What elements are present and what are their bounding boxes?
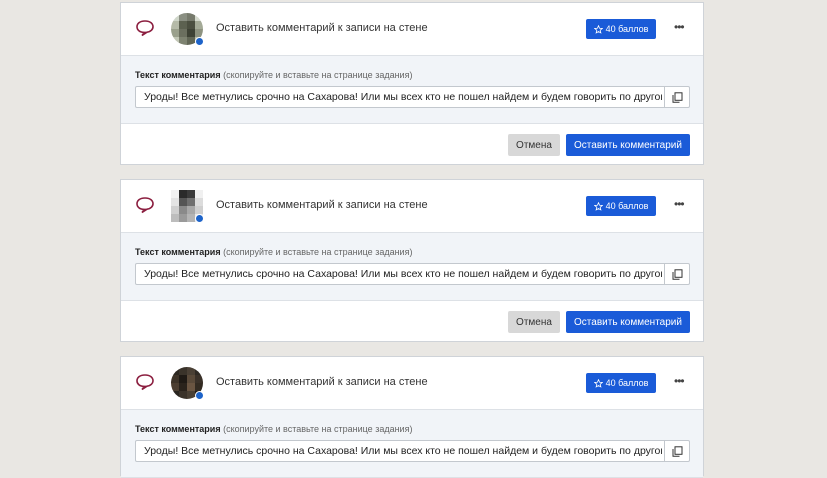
comment-section: Текст комментария (скопируйте и вставьте… <box>121 56 703 124</box>
comment-text-field[interactable]: Уроды! Все метнулись срочно на Сахарова!… <box>135 263 690 285</box>
cancel-button[interactable]: Отмена <box>508 134 560 156</box>
speech-bubble-icon <box>136 197 154 214</box>
speech-bubble-icon <box>136 374 154 391</box>
copy-button[interactable] <box>664 264 689 284</box>
points-label: 40 баллов <box>605 24 649 34</box>
task-card: Оставить комментарий к записи на стене 4… <box>120 179 704 342</box>
avatar-status-badge <box>195 391 204 400</box>
more-dots-icon[interactable]: ••• <box>674 198 685 210</box>
task-card-header: Оставить комментарий к записи на стене 4… <box>121 180 703 233</box>
comment-text-field[interactable]: Уроды! Все метнулись срочно на Сахарова!… <box>135 86 690 108</box>
task-card-header: Оставить комментарий к записи на стене 4… <box>121 357 703 410</box>
comment-text[interactable]: Уроды! Все метнулись срочно на Сахарова!… <box>144 268 662 280</box>
task-card-actions: Отмена Оставить комментарий <box>121 124 703 168</box>
comment-hint: (скопируйте и вставьте на странице задан… <box>223 424 413 434</box>
points-button[interactable]: 40 баллов <box>586 196 656 216</box>
submit-comment-button[interactable]: Оставить комментарий <box>566 134 690 156</box>
task-card: Оставить комментарий к записи на стене 4… <box>120 2 704 165</box>
star-icon <box>593 24 603 34</box>
comment-hint: (скопируйте и вставьте на странице задан… <box>223 247 413 257</box>
points-label: 40 баллов <box>605 378 649 388</box>
points-button[interactable]: 40 баллов <box>586 19 656 39</box>
avatar-status-badge <box>195 37 204 46</box>
task-card-actions: Отмена Оставить комментарий <box>121 301 703 345</box>
comment-label: Текст комментария <box>135 247 221 257</box>
comment-label: Текст комментария <box>135 424 221 434</box>
copy-button[interactable] <box>664 87 689 107</box>
points-button[interactable]: 40 баллов <box>586 373 656 393</box>
copy-icon <box>672 91 682 103</box>
task-card: Оставить комментарий к записи на стене 4… <box>120 356 704 478</box>
task-title: Оставить комментарий к записи на стене <box>216 199 428 211</box>
speech-bubble-icon <box>136 20 154 37</box>
comment-label: Текст комментария <box>135 70 221 80</box>
comment-text-field[interactable]: Уроды! Все метнулись срочно на Сахарова!… <box>135 440 690 462</box>
more-dots-icon[interactable]: ••• <box>674 21 685 33</box>
task-title: Оставить комментарий к записи на стене <box>216 22 428 34</box>
more-dots-icon[interactable]: ••• <box>674 375 685 387</box>
copy-icon <box>672 445 682 457</box>
copy-icon <box>672 268 682 280</box>
comment-hint: (скопируйте и вставьте на странице задан… <box>223 70 413 80</box>
comment-section: Текст комментария (скопируйте и вставьте… <box>121 410 703 478</box>
comment-section: Текст комментария (скопируйте и вставьте… <box>121 233 703 301</box>
cancel-button[interactable]: Отмена <box>508 311 560 333</box>
comment-text[interactable]: Уроды! Все метнулись срочно на Сахарова!… <box>144 445 662 457</box>
copy-button[interactable] <box>664 441 689 461</box>
points-label: 40 баллов <box>605 201 649 211</box>
star-icon <box>593 201 603 211</box>
star-icon <box>593 378 603 388</box>
task-title: Оставить комментарий к записи на стене <box>216 376 428 388</box>
avatar-status-badge <box>195 214 204 223</box>
comment-text[interactable]: Уроды! Все метнулись срочно на Сахарова!… <box>144 91 662 103</box>
task-card-header: Оставить комментарий к записи на стене 4… <box>121 3 703 56</box>
submit-comment-button[interactable]: Оставить комментарий <box>566 311 690 333</box>
